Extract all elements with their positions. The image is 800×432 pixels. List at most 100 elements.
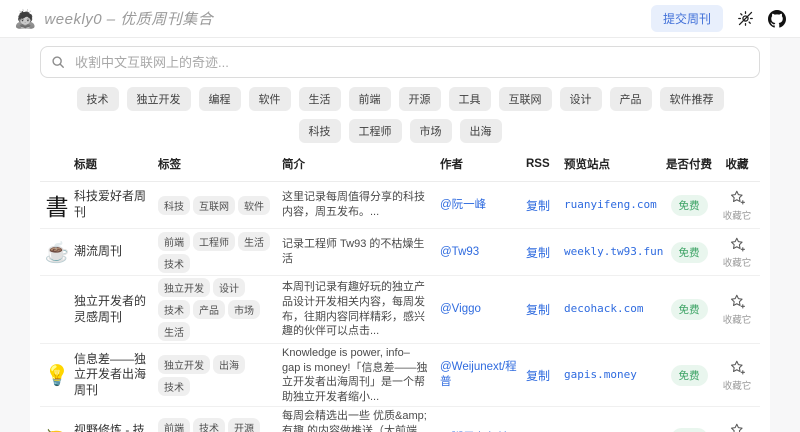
free-badge: 免费 (671, 299, 708, 320)
paid-cell: 免费 (664, 365, 714, 386)
main-card: 技术独立开发编程软件生活前端开源工具互联网设计产品软件推荐科技工程师市场出海 标… (30, 38, 770, 432)
header-right: 提交周刊 (651, 5, 786, 32)
weekly-title: 潮流周刊 (74, 244, 158, 260)
table-row: 書 科技爱好者周刊 科技互联网软件 这里记录每周值得分享的科技内容，周五发布。.… (40, 182, 760, 229)
column-header: 是否付费 (664, 156, 714, 172)
column-header: 预览站点 (564, 156, 664, 172)
weekly-description: 这里记录每周值得分享的科技内容，周五发布。... (282, 190, 440, 219)
favorite-button[interactable]: 收藏它 (714, 359, 760, 392)
site-link[interactable]: gapis.money (564, 368, 664, 382)
weekly-tags: 独立开发设计技术产品市场生活 (158, 278, 282, 341)
filter-tag-pill[interactable]: 科技 (299, 119, 341, 143)
filter-tag-pill[interactable]: 产品 (610, 87, 652, 111)
weekly-tag-pill: 科技 (158, 196, 190, 215)
filter-tag-pill[interactable]: 软件 (249, 87, 291, 111)
rss-copy-link[interactable]: 复制 (526, 197, 564, 214)
github-icon[interactable] (768, 10, 786, 28)
weekly-tag-pill: 工程师 (193, 232, 235, 251)
weekly-tag-pill: 软件 (238, 196, 270, 215)
filter-tag-pill[interactable]: 开源 (399, 87, 441, 111)
weekly-tag-pill: 出海 (213, 355, 245, 374)
weekly-description: 记录工程师 Tw93 的不枯燥生活 (282, 237, 440, 266)
free-badge: 免费 (671, 242, 708, 263)
author-link[interactable]: @阮一峰 (440, 198, 526, 213)
avatar-glyph: 💡 (45, 363, 70, 388)
weekly-tag-pill: 生活 (158, 322, 190, 341)
weekly-avatar: ☕ (40, 240, 74, 265)
weekly-tag-pill: 产品 (193, 300, 225, 319)
weekly-tag-pill: 设计 (213, 278, 245, 297)
table-row: 💡 信息差——独立开发者出海周刊 独立开发出海技术 Knowledge is p… (40, 344, 760, 407)
weekly-title: 科技爱好者周刊 (74, 189, 158, 220)
filter-tag-pill[interactable]: 软件推荐 (660, 87, 724, 111)
filter-tag-pill[interactable]: 编程 (199, 87, 241, 111)
favorite-button[interactable]: 收藏它 (714, 293, 760, 326)
app-header: 🙇 weekly0 – 优质周刊集合 提交周刊 (0, 0, 800, 38)
weekly-tag-pill: 生活 (238, 232, 270, 251)
weekly-table-body: 書 科技爱好者周刊 科技互联网软件 这里记录每周值得分享的科技内容，周五发布。.… (40, 182, 760, 432)
favorite-button[interactable]: 收藏它 (714, 189, 760, 222)
theme-toggle-icon[interactable] (737, 10, 754, 27)
site-link[interactable]: ruanyifeng.com (564, 198, 664, 212)
weekly-avatar: 書 (40, 188, 74, 222)
table-row: ☕ 潮流周刊 前端工程师生活技术 记录工程师 Tw93 的不枯燥生活 @Tw93… (40, 229, 760, 276)
filter-tag-pill[interactable]: 生活 (299, 87, 341, 111)
search-input[interactable] (73, 54, 749, 71)
filter-tag-pill[interactable]: 工程师 (349, 119, 402, 143)
rss-copy-link[interactable]: 复制 (526, 244, 564, 261)
weekly-tag-pill: 技术 (158, 254, 190, 273)
weekly-tag-pill: 互联网 (193, 196, 235, 215)
weekly-avatar: 💡 (40, 363, 74, 388)
weekly-tag-pill: 独立开发 (158, 355, 210, 374)
search-bar (40, 46, 760, 78)
star-plus-icon (729, 422, 746, 432)
submit-weekly-button[interactable]: 提交周刊 (651, 5, 723, 32)
rss-copy-link[interactable]: 复制 (526, 367, 564, 384)
avatar-glyph: 書 (46, 188, 69, 222)
filter-tag-pill[interactable]: 出海 (460, 119, 502, 143)
app-logo-icon[interactable]: 🙇 (14, 10, 36, 28)
search-icon (51, 55, 65, 69)
site-link[interactable]: weekly.tw93.fun (564, 245, 664, 259)
free-badge: 免费 (671, 195, 708, 216)
site-link[interactable]: decohack.com (564, 302, 664, 316)
filter-tags-row: 技术独立开发编程软件生活前端开源工具互联网设计产品软件推荐科技工程师市场出海 (66, 87, 734, 143)
author-link[interactable]: @Weijunext/程普 (440, 360, 526, 390)
weekly-title: 视野修炼 - 技术周刊 (74, 423, 158, 432)
weekly-tag-pill: 前端 (158, 418, 190, 432)
free-badge: 免费 (671, 365, 708, 386)
weekly-tags: 前端技术开源工具知识 (158, 418, 282, 432)
filter-tag-pill[interactable]: 技术 (77, 87, 119, 111)
filter-tag-pill[interactable]: 独立开发 (127, 87, 191, 111)
table-header-row: 标题标签简介作者RSS预览站点是否付费收藏 (40, 147, 760, 182)
filter-tag-pill[interactable]: 市场 (410, 119, 452, 143)
star-plus-icon (729, 359, 746, 376)
avatar-glyph: 🍋 (45, 426, 70, 432)
favorite-button[interactable]: 收藏它 (714, 236, 760, 269)
avatar-glyph: ☕ (45, 240, 70, 265)
weekly-title: 独立开发者的灵感周刊 (74, 294, 158, 325)
favorite-label: 收藏它 (723, 378, 752, 392)
paid-cell: 免费 (664, 242, 714, 263)
rss-copy-link[interactable]: 复制 (526, 301, 564, 318)
weekly-avatar: 🍋 (40, 426, 74, 432)
favorite-label: 收藏它 (723, 208, 752, 222)
author-link[interactable]: @Viggo (440, 302, 526, 317)
weekly-tags: 前端工程师生活技术 (158, 232, 282, 273)
filter-tag-pill[interactable]: 设计 (560, 87, 602, 111)
weekly-title: 信息差——独立开发者出海周刊 (74, 352, 158, 399)
filter-tag-pill[interactable]: 前端 (349, 87, 391, 111)
paid-cell: 免费 (664, 195, 714, 216)
favorite-button[interactable]: 收藏它 (714, 422, 760, 432)
author-link[interactable]: @Tw93 (440, 245, 526, 260)
filter-tag-pill[interactable]: 互联网 (499, 87, 552, 111)
weekly-tag-pill: 市场 (228, 300, 260, 319)
column-header: RSS (526, 158, 564, 170)
table-row: 🍋 视野修炼 - 技术周刊 前端技术开源工具知识 每周会精选出一些 优质&amp… (40, 407, 760, 432)
star-plus-icon (729, 189, 746, 206)
weekly-tags: 独立开发出海技术 (158, 355, 282, 396)
column-header: 标题 (74, 156, 158, 172)
app-title: weekly0 – 优质周刊集合 (44, 8, 213, 29)
filter-tag-pill[interactable]: 工具 (449, 87, 491, 111)
favorite-label: 收藏它 (723, 255, 752, 269)
